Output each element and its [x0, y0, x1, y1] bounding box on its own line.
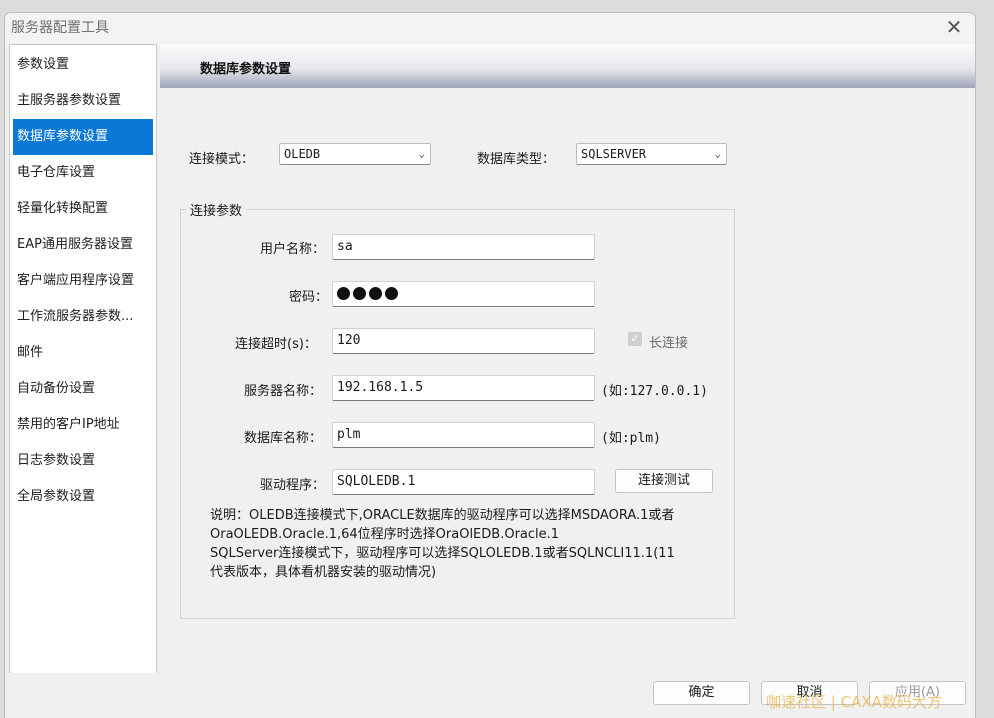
- driver-note: 说明：OLEDB连接模式下,ORACLE数据库的驱动程序可以选择MSDAORA.…: [210, 506, 675, 582]
- password-label: 密码：: [289, 290, 329, 305]
- sidebar-item-database[interactable]: 数据库参数设置: [13, 119, 153, 155]
- connection-mode-select[interactable]: OLEDB ⌄: [279, 143, 431, 165]
- sidebar-item-eap[interactable]: EAP通用服务器设置: [13, 227, 153, 263]
- watermark: 咖速社区 | CAXA数码大方: [766, 693, 942, 711]
- db-type-value: SQLSERVER: [581, 147, 647, 161]
- username-field[interactable]: sa: [332, 234, 595, 260]
- db-type-label: 数据库类型：: [477, 152, 556, 167]
- server-name-field[interactable]: 192.168.1.5: [332, 375, 595, 401]
- content-header: 数据库参数设置: [160, 44, 975, 88]
- note-line: 代表版本，具体看机器安装的驱动情况): [210, 565, 437, 580]
- note-line: 说明：OLEDB连接模式下,ORACLE数据库的驱动程序可以选择MSDAORA.…: [210, 508, 675, 523]
- server-name-hint: (如:127.0.0.1): [601, 384, 708, 399]
- driver-label: 驱动程序：: [260, 478, 326, 493]
- note-line: OraOLEDB.Oracle.1,64位程序时选择OraOlEDB.Oracl…: [210, 527, 560, 542]
- sidebar-item-params[interactable]: 参数设置: [13, 47, 153, 83]
- long-connection-label: 长连接: [649, 336, 689, 351]
- sidebar-item-backup[interactable]: 自动备份设置: [13, 371, 153, 407]
- sidebar-item-vault[interactable]: 电子仓库设置: [13, 155, 153, 191]
- sidebar-item-global[interactable]: 全局参数设置: [13, 479, 153, 515]
- sidebar-item-main-server[interactable]: 主服务器参数设置: [13, 83, 153, 119]
- chevron-down-icon: ⌄: [418, 147, 425, 160]
- server-name-label: 服务器名称：: [244, 384, 323, 399]
- connection-mode-label: 连接模式：: [189, 152, 255, 167]
- sidebar-item-lightweight[interactable]: 轻量化转换配置: [13, 191, 153, 227]
- title-bar: 服务器配置工具 ✕: [5, 13, 975, 43]
- timeout-field[interactable]: 120: [332, 328, 595, 354]
- timeout-label: 连接超时(s)：: [235, 337, 317, 352]
- username-label: 用户名称：: [260, 242, 326, 257]
- password-field[interactable]: [332, 281, 595, 307]
- chevron-down-icon: ⌄: [714, 147, 721, 160]
- driver-field[interactable]: SQLOLEDB.1: [332, 469, 595, 495]
- db-name-hint: (如:plm): [601, 431, 661, 446]
- sidebar-item-workflow[interactable]: 工作流服务器参数...: [13, 299, 153, 335]
- db-name-field[interactable]: plm: [332, 422, 595, 448]
- note-line: SQLServer连接模式下，驱动程序可以选择SQLOLEDB.1或者SQLNC…: [210, 546, 675, 561]
- ok-button[interactable]: 确定: [653, 681, 750, 705]
- long-connection-checkbox[interactable]: ✓: [628, 332, 642, 346]
- page-title: 数据库参数设置: [200, 62, 292, 77]
- connection-mode-value: OLEDB: [284, 147, 321, 161]
- window-title: 服务器配置工具: [11, 20, 109, 36]
- sidebar-item-blocked-ip[interactable]: 禁用的客户IP地址: [13, 407, 153, 443]
- sidebar: 参数设置 主服务器参数设置 数据库参数设置 电子仓库设置 轻量化转换配置 EAP…: [9, 44, 157, 674]
- connection-test-button[interactable]: 连接测试: [615, 469, 713, 493]
- sidebar-item-mail[interactable]: 邮件: [13, 335, 153, 371]
- sidebar-item-client-app[interactable]: 客户端应用程序设置: [13, 263, 153, 299]
- close-icon[interactable]: ✕: [940, 15, 968, 41]
- connection-params-title: 连接参数: [186, 200, 247, 219]
- db-name-label: 数据库名称：: [244, 431, 323, 446]
- db-type-select[interactable]: SQLSERVER ⌄: [576, 143, 727, 165]
- sidebar-item-log[interactable]: 日志参数设置: [13, 443, 153, 479]
